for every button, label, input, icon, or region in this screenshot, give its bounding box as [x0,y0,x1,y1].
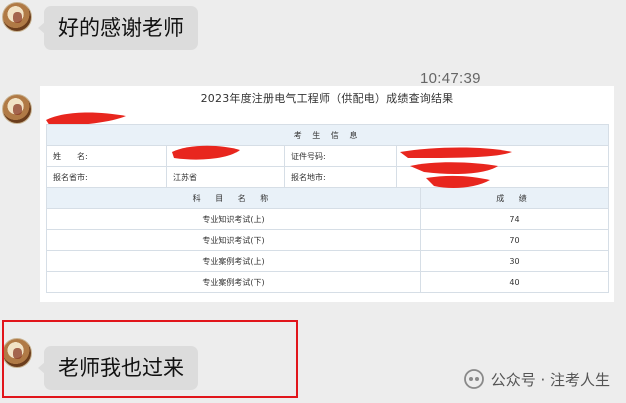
table-row: 专业知识考试(下) 70 [46,229,609,251]
score-cell: 70 [420,229,609,251]
table-row: 专业案例考试(上) 30 [46,250,609,272]
city-label: 报名地市: [284,166,397,188]
watermark: 公众号 · 注考人生 [463,368,610,390]
province-label: 报名省市: [46,166,167,188]
subject-cell: 专业案例考试(上) [46,250,421,272]
sender-avatar[interactable] [2,2,32,32]
redaction-mark [172,145,240,160]
table-row: 专业知识考试(上) 74 [46,208,609,230]
province-value: 江苏省 [166,166,285,188]
section-title: 考 生 信 息 [45,124,610,146]
message-timestamp: 10:47:39 [420,70,481,87]
score-cell: 30 [420,250,609,272]
score-cell: 74 [420,208,609,230]
candidate-info-table: 考 生 信 息 姓 名: 证件号码: 报名省市: 江苏省 报名地市: [45,124,610,188]
sender-avatar[interactable] [2,94,32,124]
message-bubble-1[interactable]: 好的感谢老师 [38,6,198,50]
redaction-mark [400,147,512,188]
score-table: 科 目 名 称 成 绩 专业知识考试(上) 74 专业知识考试(下) 70 专业… [46,187,609,293]
result-title: 2023年度注册电气工程师（供配电）成绩查询结果 [200,92,454,105]
name-label: 姓 名: [46,145,167,167]
wechat-official-account-icon [463,369,484,389]
subject-header: 科 目 名 称 [46,187,421,209]
watermark-text: 公众号 · 注考人生 [490,370,610,389]
subject-cell: 专业知识考试(下) [46,229,421,251]
message-text: 好的感谢老师 [58,16,184,40]
score-result-image[interactable]: 2023年度注册电气工程师（供配电）成绩查询结果 考 生 信 息 姓 名: 证件… [40,86,614,302]
table-row: 专业案例考试(下) 40 [46,271,609,293]
subject-cell: 专业案例考试(下) [46,271,421,293]
id-label: 证件号码: [284,145,397,167]
subject-cell: 专业知识考试(上) [46,208,421,230]
score-cell: 40 [420,271,609,293]
highlight-box [2,320,298,398]
